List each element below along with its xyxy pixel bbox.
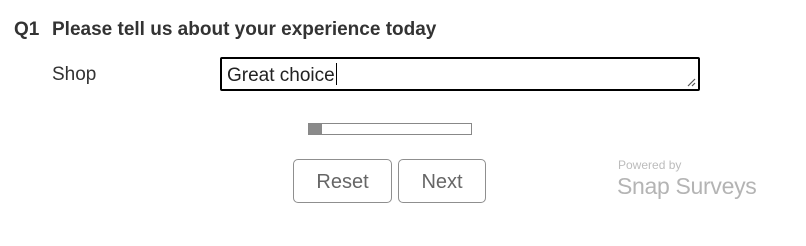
question-heading: Q1 Please tell us about your experience t… — [14, 19, 436, 41]
brand-word-snap: Snap — [617, 173, 670, 199]
shop-text-input[interactable]: Great choice — [220, 57, 700, 91]
shop-input-text: Great choice — [227, 65, 335, 86]
reset-button[interactable]: Reset — [293, 159, 392, 203]
powered-by-label: Powered by — [618, 158, 682, 172]
progress-bar-fill — [309, 124, 322, 134]
next-button[interactable]: Next — [398, 159, 486, 203]
text-caret — [335, 63, 337, 85]
progress-bar — [308, 123, 472, 135]
resize-grip-icon[interactable] — [686, 77, 696, 87]
question-text: Please tell us about your experience tod… — [52, 19, 437, 40]
question-number: Q1 — [14, 19, 40, 40]
shop-label: Shop — [52, 64, 97, 85]
snap-surveys-logo: Snap Surveys — [617, 173, 757, 200]
brand-word-surveys: Surveys — [675, 173, 757, 199]
shop-input-value: Great choice — [227, 63, 337, 87]
